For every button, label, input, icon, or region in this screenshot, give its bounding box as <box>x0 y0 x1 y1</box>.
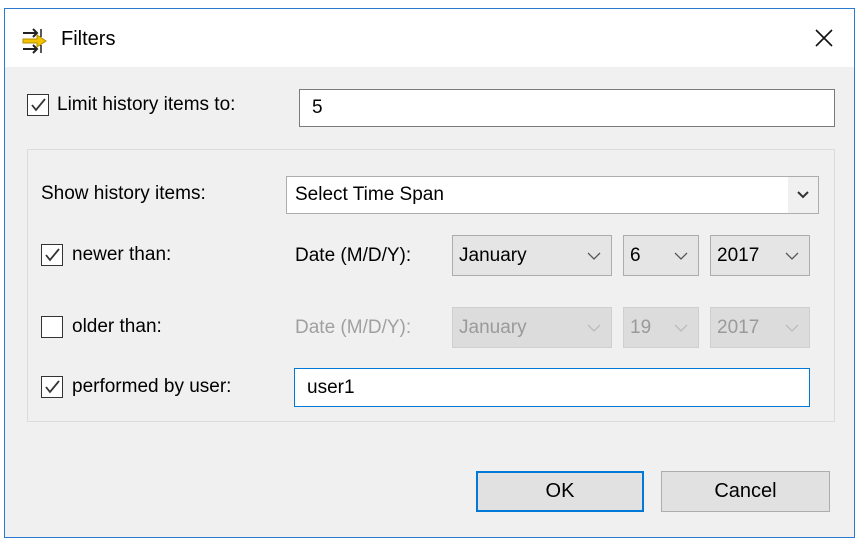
time-span-select[interactable]: Select Time Span <box>286 176 819 214</box>
chevron-down-icon <box>788 177 818 213</box>
newer-than-label: newer than: <box>72 244 172 265</box>
time-span-value: Select Time Span <box>295 184 444 205</box>
close-icon[interactable] <box>814 28 834 54</box>
newer-day-select[interactable]: 6 <box>623 235 699 276</box>
user-input[interactable]: user1 <box>294 368 810 407</box>
older-than-label: older than: <box>72 316 162 337</box>
ok-label: OK <box>545 480 575 502</box>
older-year-value: 2017 <box>717 316 760 338</box>
limit-input[interactable]: 5 <box>299 89 835 127</box>
show-history-label: Show history items: <box>41 183 206 204</box>
older-month-select[interactable]: January <box>452 307 612 348</box>
chevron-down-icon <box>587 252 601 260</box>
older-year-select[interactable]: 2017 <box>710 307 810 348</box>
dialog-title: Filters <box>61 28 116 50</box>
title-bar: Filters <box>5 9 854 67</box>
limit-value: 5 <box>312 97 323 118</box>
user-value: user1 <box>307 376 355 398</box>
newer-day-value: 6 <box>630 244 641 266</box>
performed-by-user-checkbox[interactable] <box>41 376 63 398</box>
older-date-label: Date (M/D/Y): <box>295 317 412 338</box>
newer-than-checkbox[interactable] <box>41 244 63 266</box>
newer-date-label: Date (M/D/Y): <box>295 245 412 266</box>
older-than-checkbox[interactable] <box>41 316 63 338</box>
older-day-select[interactable]: 19 <box>623 307 699 348</box>
filters-dialog: Filters Limit history items to: 5 Show h… <box>4 8 855 538</box>
newer-year-value: 2017 <box>717 244 760 266</box>
chevron-down-icon <box>587 324 601 332</box>
chevron-down-icon <box>785 252 799 260</box>
cancel-label: Cancel <box>714 480 777 502</box>
chevron-down-icon <box>674 252 688 260</box>
performed-by-user-label: performed by user: <box>72 376 232 397</box>
newer-year-select[interactable]: 2017 <box>710 235 810 276</box>
older-month-value: January <box>459 316 527 338</box>
older-day-value: 19 <box>630 316 652 338</box>
limit-checkbox[interactable] <box>27 94 49 116</box>
newer-month-value: January <box>459 244 527 266</box>
filters-icon <box>21 28 53 60</box>
ok-button[interactable]: OK <box>476 471 644 512</box>
chevron-down-icon <box>785 324 799 332</box>
chevron-down-icon <box>674 324 688 332</box>
newer-month-select[interactable]: January <box>452 235 612 276</box>
limit-label: Limit history items to: <box>57 94 236 115</box>
cancel-button[interactable]: Cancel <box>661 471 830 512</box>
